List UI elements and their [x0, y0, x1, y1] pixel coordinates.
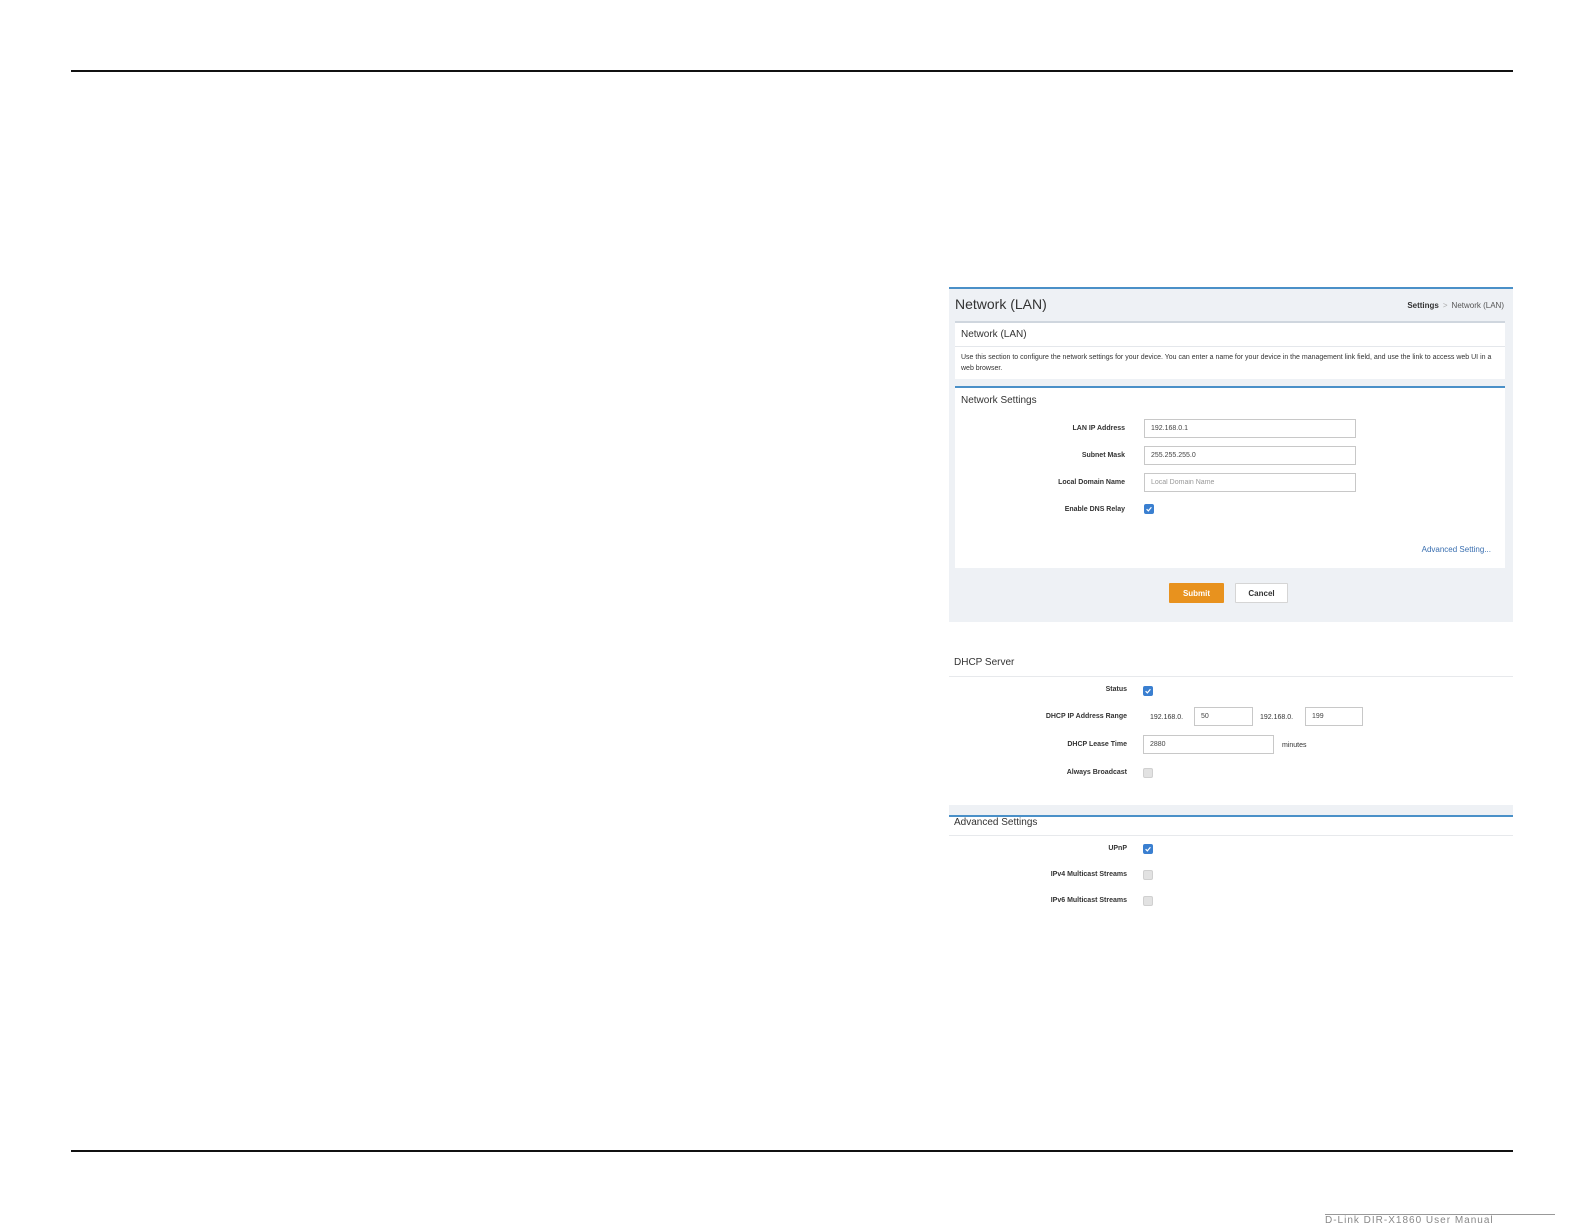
advanced-setting-link[interactable]: Advanced Setting...: [1422, 545, 1491, 554]
divider: [949, 835, 1513, 836]
dhcp-range-start-prefix: 192.168.0.: [1150, 714, 1184, 721]
breadcrumb-settings[interactable]: Settings: [1407, 301, 1439, 310]
network-settings-card: Network Settings LAN IP Address Subnet M…: [955, 386, 1505, 568]
dhcp-lease-unit: minutes: [1282, 742, 1307, 749]
dhcp-lease-label: DHCP Lease Time: [1067, 741, 1127, 748]
network-lan-panel: Network (LAN) Settings > Network (LAN) Net…: [949, 287, 1513, 622]
dhcp-server-section: DHCP Server Status DHCP IP Address Range…: [949, 655, 1513, 805]
dhcp-lease-input[interactable]: [1143, 735, 1274, 754]
cancel-button[interactable]: Cancel: [1235, 583, 1288, 603]
intro-card-title: Network (LAN): [961, 329, 1027, 340]
ipv4-multicast-label: IPv4 Multicast Streams: [1050, 871, 1127, 878]
advanced-settings-title: Advanced Settings: [954, 817, 1038, 828]
section-band: [949, 805, 1513, 815]
submit-button[interactable]: Submit: [1169, 583, 1224, 603]
upnp-label: UPnP: [1108, 845, 1127, 852]
footer-text: D-Link DIR-X1860 User Manual: [1325, 1214, 1555, 1226]
network-settings-title: Network Settings: [961, 395, 1037, 406]
subnet-mask-label: Subnet Mask: [1081, 452, 1125, 459]
always-broadcast-checkbox[interactable]: [1143, 768, 1153, 778]
breadcrumb-current: Network (LAN): [1451, 301, 1504, 310]
check-icon: [1145, 846, 1151, 852]
dhcp-status-checkbox[interactable]: [1143, 686, 1153, 696]
dhcp-range-label: DHCP IP Address Range: [1045, 713, 1127, 720]
lan-ip-label: LAN IP Address: [1072, 425, 1125, 432]
local-domain-label: Local Domain Name: [1058, 479, 1125, 486]
always-broadcast-label: Always Broadcast: [1066, 769, 1127, 776]
divider: [949, 676, 1513, 677]
lan-ip-input[interactable]: [1144, 419, 1356, 438]
intro-card: Network (LAN) Use this section to config…: [955, 321, 1505, 379]
breadcrumb: Settings > Network (LAN): [1407, 301, 1504, 310]
advanced-settings-section: Advanced Settings UPnP IPv4 Multicast St…: [949, 815, 1513, 925]
dhcp-range-start-input[interactable]: [1194, 707, 1253, 726]
breadcrumb-separator: >: [1442, 301, 1448, 310]
divider: [955, 346, 1505, 347]
upnp-checkbox[interactable]: [1143, 844, 1153, 854]
ipv6-multicast-label: IPv6 Multicast Streams: [1050, 897, 1127, 904]
bottom-rule: [71, 1150, 1513, 1152]
check-icon: [1145, 688, 1151, 694]
ipv4-multicast-checkbox[interactable]: [1143, 870, 1153, 880]
top-rule: [71, 70, 1513, 72]
dns-relay-checkbox[interactable]: [1144, 504, 1154, 514]
dns-relay-label: Enable DNS Relay: [1064, 506, 1125, 513]
dhcp-range-end-input[interactable]: [1305, 707, 1363, 726]
dhcp-server-title: DHCP Server: [954, 657, 1015, 668]
dhcp-range-end-prefix: 192.168.0.: [1260, 714, 1294, 721]
check-icon: [1146, 506, 1152, 512]
intro-description: Use this section to configure the networ…: [961, 354, 1492, 372]
ipv6-multicast-checkbox[interactable]: [1143, 896, 1153, 906]
page-title: Network (LAN): [955, 296, 1047, 312]
subnet-mask-input[interactable]: [1144, 446, 1356, 465]
local-domain-input[interactable]: [1144, 473, 1356, 492]
dhcp-status-label: Status: [1105, 686, 1127, 693]
